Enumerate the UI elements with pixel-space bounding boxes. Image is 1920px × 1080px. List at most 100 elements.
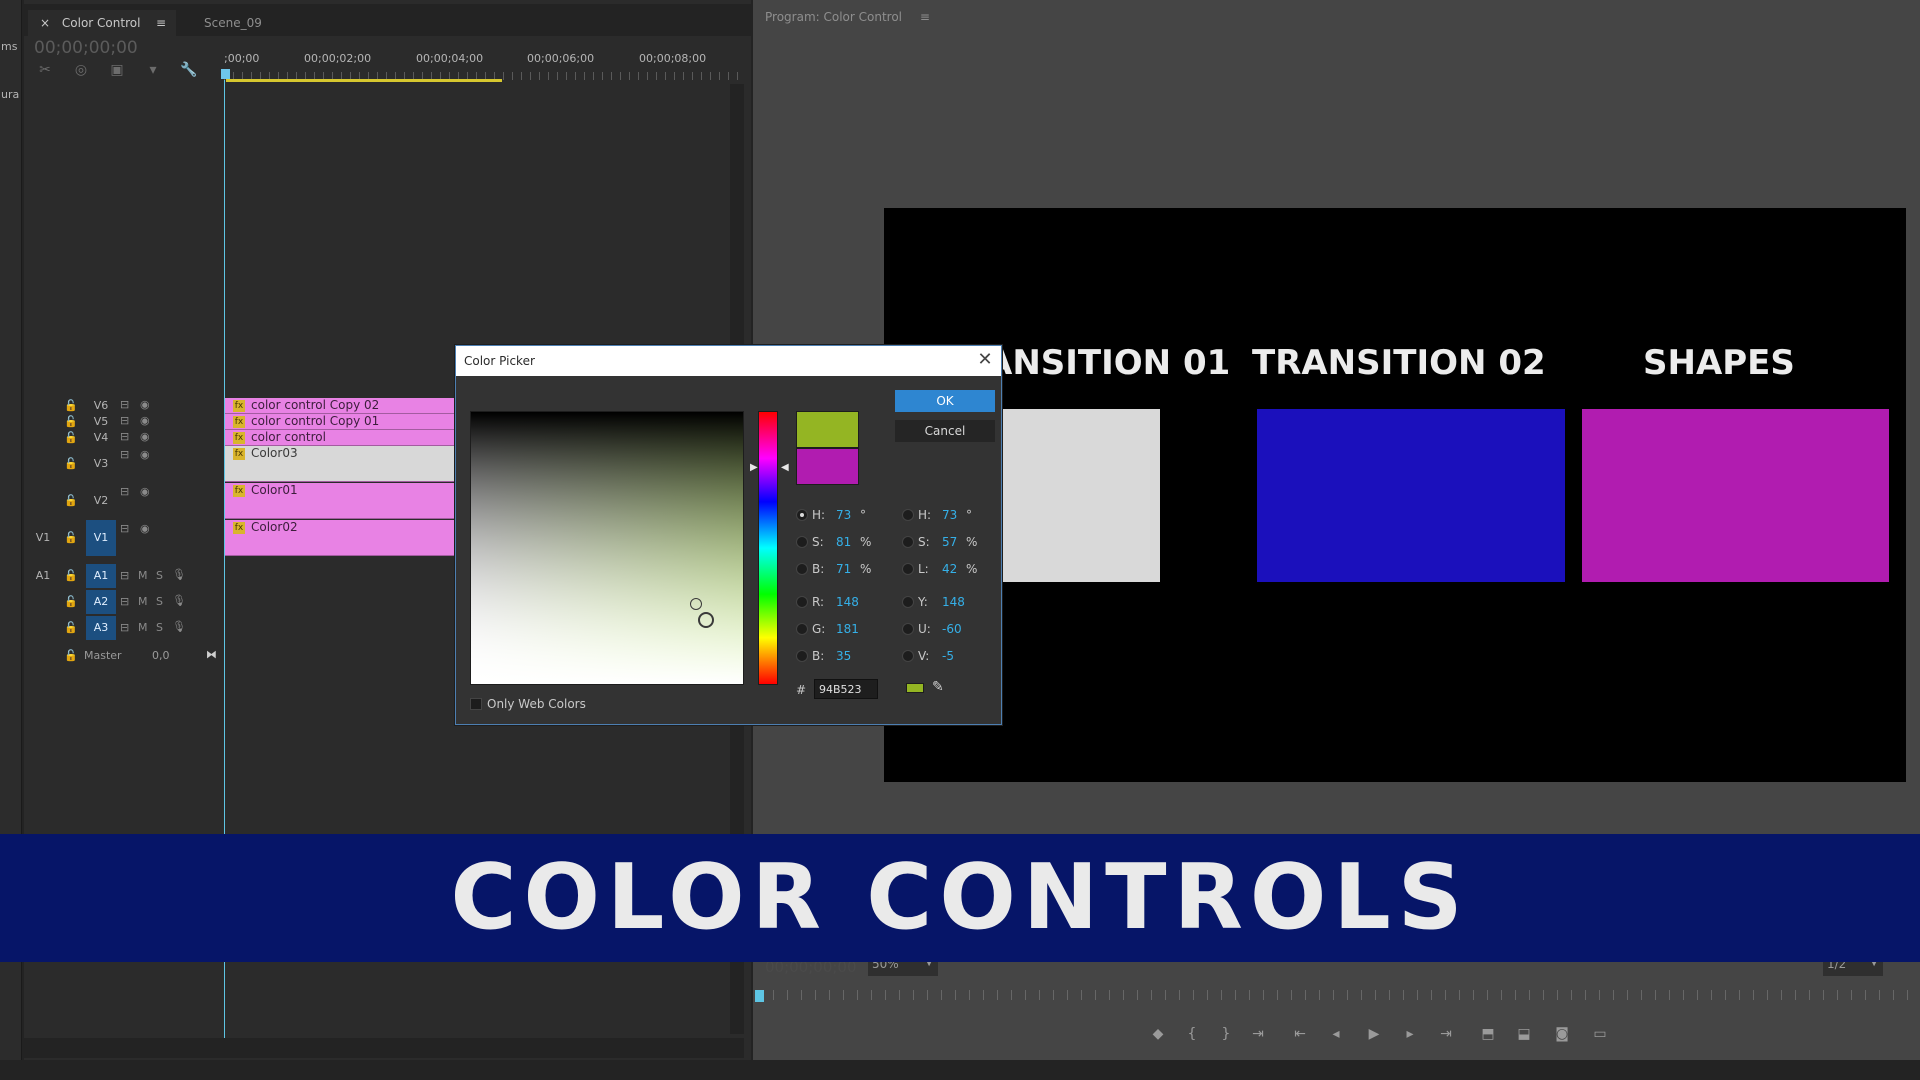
- lock-icon[interactable]: 🔓: [64, 649, 78, 662]
- clip-color-control-copy-02[interactable]: fx color control Copy 02: [225, 398, 455, 414]
- mute-button[interactable]: M: [138, 569, 148, 582]
- clip-color03[interactable]: fx Color03: [225, 446, 455, 482]
- go-to-out-icon[interactable]: ⇥: [1436, 1026, 1456, 1046]
- microphone-icon[interactable]: 🎙: [172, 620, 186, 633]
- wrench-icon[interactable]: 🔧: [178, 62, 200, 82]
- time-ruler[interactable]: ;00;00 00;00;02;00 00;00;04;00 00;00;06;…: [221, 44, 744, 84]
- tab-scene-09[interactable]: Scene_09: [192, 10, 282, 36]
- play-icon[interactable]: ▶: [1364, 1026, 1384, 1046]
- radio-yuv-u[interactable]: [902, 623, 914, 635]
- safe-margins-icon[interactable]: ▭: [1590, 1026, 1610, 1046]
- field-value[interactable]: 181: [836, 622, 859, 636]
- track-name[interactable]: A2: [86, 590, 116, 614]
- radio-hsb-s[interactable]: [796, 536, 808, 548]
- master-value[interactable]: 0,0: [152, 649, 170, 662]
- eye-icon[interactable]: ◉: [140, 485, 150, 498]
- solo-button[interactable]: S: [156, 595, 163, 608]
- color-cursor[interactable]: [698, 612, 714, 628]
- program-playhead[interactable]: [755, 990, 764, 1002]
- sync-lock-icon[interactable]: ⊟: [120, 569, 129, 582]
- mute-button[interactable]: M: [138, 621, 148, 634]
- clip-color-control[interactable]: fx color control: [225, 430, 455, 446]
- hue-slider-arrow-left-icon[interactable]: ▶: [750, 462, 758, 473]
- solo-button[interactable]: S: [156, 621, 163, 634]
- marker-icon[interactable]: ◆: [1148, 1026, 1168, 1046]
- original-color-swatch[interactable]: [796, 448, 859, 485]
- marker-icon[interactable]: ▾: [142, 62, 164, 82]
- clip-color01[interactable]: fx Color01: [225, 483, 455, 519]
- tab-color-control[interactable]: × Color Control ≡: [28, 10, 176, 36]
- mute-button[interactable]: M: [138, 595, 148, 608]
- out-point-icon[interactable]: }: [1216, 1026, 1236, 1046]
- lock-icon[interactable]: 🔓: [64, 621, 78, 634]
- hex-input[interactable]: [814, 679, 878, 699]
- lock-icon[interactable]: 🔓: [64, 595, 78, 608]
- ok-button[interactable]: OK: [895, 390, 995, 412]
- lock-icon[interactable]: 🔓: [64, 569, 78, 582]
- hue-slider[interactable]: [758, 411, 778, 685]
- field-value[interactable]: 42: [942, 562, 957, 576]
- extract-icon[interactable]: ⬓: [1514, 1026, 1534, 1046]
- sync-lock-icon[interactable]: ⊟: [120, 398, 129, 411]
- snap-icon[interactable]: ✂: [34, 62, 56, 82]
- hue-slider-arrow-right-icon[interactable]: ◀: [781, 462, 789, 473]
- in-point-icon[interactable]: {: [1182, 1026, 1202, 1046]
- lock-icon[interactable]: 🔓: [64, 399, 78, 412]
- go-to-end-icon[interactable]: ⧓: [206, 648, 217, 661]
- source-patch-v1[interactable]: V1: [32, 520, 54, 556]
- radio-hsb-h[interactable]: [796, 509, 808, 521]
- sync-lock-icon[interactable]: ⊟: [120, 430, 129, 443]
- work-area-bar[interactable]: [226, 79, 502, 82]
- field-value[interactable]: -5: [942, 649, 954, 663]
- sync-lock-icon[interactable]: ⊟: [120, 485, 129, 498]
- playhead-handle[interactable]: [221, 69, 230, 79]
- microphone-icon[interactable]: 🎙: [172, 594, 186, 607]
- clip-color02[interactable]: fx Color02: [225, 520, 455, 556]
- export-frame-icon[interactable]: ⇥: [1248, 1026, 1268, 1046]
- track-name[interactable]: V2: [86, 483, 116, 519]
- add-marker-icon[interactable]: ▣: [106, 62, 128, 82]
- track-name[interactable]: V4: [86, 430, 116, 446]
- sync-lock-icon[interactable]: ⊟: [120, 448, 129, 461]
- radio-yuv-v[interactable]: [902, 650, 914, 662]
- track-name[interactable]: V3: [86, 446, 116, 482]
- close-tab-icon[interactable]: ×: [40, 16, 50, 30]
- sync-lock-icon[interactable]: ⊟: [120, 414, 129, 427]
- field-value[interactable]: 73: [836, 508, 851, 522]
- source-patch-a1[interactable]: A1: [32, 564, 54, 588]
- clip-color-control-copy-01[interactable]: fx color control Copy 01: [225, 414, 455, 430]
- saturation-brightness-field[interactable]: [470, 411, 744, 685]
- lock-icon[interactable]: 🔓: [64, 457, 78, 470]
- timeline-horizontal-scrollbar[interactable]: [24, 1038, 744, 1058]
- eye-icon[interactable]: ◉: [140, 448, 150, 461]
- track-name[interactable]: A1: [86, 564, 116, 588]
- microphone-icon[interactable]: 🎙: [172, 568, 186, 581]
- sync-lock-icon[interactable]: ⊟: [120, 621, 129, 634]
- field-value[interactable]: 35: [836, 649, 851, 663]
- sync-lock-icon[interactable]: ⊟: [120, 522, 129, 535]
- dialog-titlebar[interactable]: Color Picker ✕: [456, 346, 1001, 376]
- track-name[interactable]: V5: [86, 414, 116, 430]
- step-back-icon[interactable]: ◂: [1326, 1026, 1346, 1046]
- lock-icon[interactable]: 🔓: [64, 531, 78, 544]
- eye-icon[interactable]: ◉: [140, 414, 150, 427]
- solo-button[interactable]: S: [156, 569, 163, 582]
- lift-icon[interactable]: ⬒: [1478, 1026, 1498, 1046]
- radio-rgb-g[interactable]: [796, 623, 808, 635]
- linked-selection-icon[interactable]: ◎: [70, 62, 92, 82]
- lock-icon[interactable]: 🔓: [64, 415, 78, 428]
- panel-menu-icon[interactable]: ≡: [920, 10, 930, 24]
- only-web-colors-checkbox[interactable]: [470, 698, 482, 710]
- radio-hsb-b[interactable]: [796, 563, 808, 575]
- field-value[interactable]: 73: [942, 508, 957, 522]
- program-video-frame[interactable]: ANSITION 01 TRANSITION 02 SHAPES: [884, 208, 1906, 782]
- field-value[interactable]: 57: [942, 535, 957, 549]
- eye-icon[interactable]: ◉: [140, 430, 150, 443]
- camera-icon[interactable]: ◙: [1552, 1026, 1572, 1046]
- cancel-button[interactable]: Cancel: [895, 420, 995, 442]
- eye-icon[interactable]: ◉: [140, 522, 150, 535]
- radio-yuv-y[interactable]: [902, 596, 914, 608]
- lock-icon[interactable]: 🔓: [64, 494, 78, 507]
- track-name[interactable]: V1: [86, 520, 116, 556]
- radio-hsl-h[interactable]: [902, 509, 914, 521]
